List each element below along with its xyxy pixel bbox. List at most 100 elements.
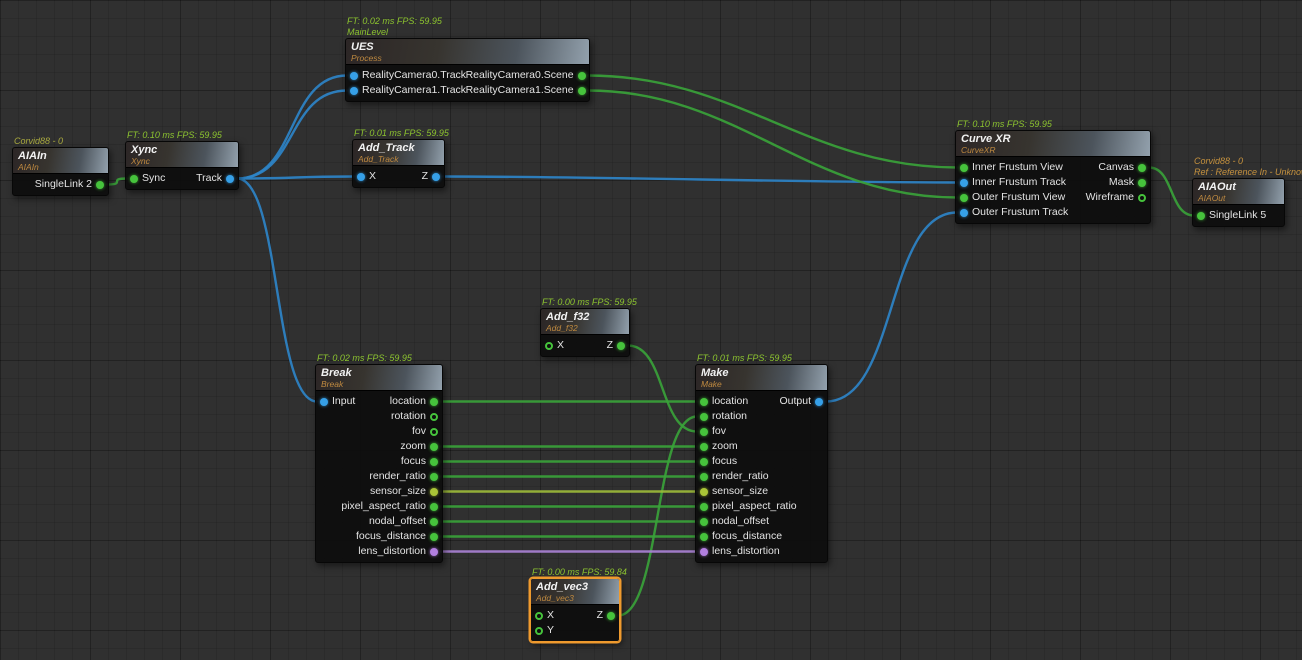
- node-curvexr[interactable]: FT: 0.10 ms FPS: 59.95Curve XRCurveXRInn…: [955, 130, 1151, 224]
- node-title: Add_f32: [546, 311, 624, 323]
- node-graph-canvas[interactable]: Corvid88 - 0AIAInAIAInSingleLink 2 FT: 0.…: [0, 0, 1302, 660]
- output-pin-render-ratio[interactable]: [430, 473, 438, 481]
- pin-label: Output: [779, 394, 811, 409]
- node-addvec3[interactable]: FT: 0.00 ms FPS: 59.84Add_vec3Add_vec3XZ…: [530, 578, 620, 642]
- pin-label: render_ratio: [712, 469, 769, 484]
- node-header[interactable]: Add_vec3Add_vec3: [531, 579, 619, 605]
- output-pin-fov[interactable]: [430, 428, 438, 436]
- node-header[interactable]: UESProcess: [346, 39, 589, 65]
- node-header[interactable]: BreakBreak: [316, 365, 442, 391]
- input-pin-location[interactable]: [700, 398, 708, 406]
- node-annotation-ft: FT: 0.00 ms FPS: 59.95: [542, 297, 637, 308]
- output-pin-sensor-size[interactable]: [430, 488, 438, 496]
- node-row: locationOutput: [696, 394, 827, 409]
- input-pin-input[interactable]: [320, 398, 328, 406]
- node-header[interactable]: AIAOutAIAOut: [1193, 179, 1284, 205]
- output-pin-focus-distance[interactable]: [430, 533, 438, 541]
- input-pin-realitycamera0-track[interactable]: [350, 72, 358, 80]
- pin-label: Input: [332, 394, 355, 409]
- input-pin-x[interactable]: [357, 173, 365, 181]
- node-row: render_ratio: [696, 469, 827, 484]
- output-pin-lens-distortion[interactable]: [430, 548, 438, 556]
- node-xync[interactable]: FT: 0.10 ms FPS: 59.95XyncXyncSyncTrack: [125, 141, 239, 190]
- output-pin-focus[interactable]: [430, 458, 438, 466]
- pin-label: render_ratio: [369, 469, 426, 484]
- pin-label: zoom: [400, 439, 426, 454]
- node-aiaout[interactable]: Corvid88 - 0Ref : Reference In - Unknown…: [1192, 178, 1285, 227]
- node-header[interactable]: XyncXync: [126, 142, 238, 168]
- node-aiain[interactable]: Corvid88 - 0AIAInAIAInSingleLink 2: [12, 147, 109, 196]
- node-addtrack[interactable]: FT: 0.01 ms FPS: 59.95Add_TrackAdd_Track…: [352, 139, 445, 188]
- node-header[interactable]: MakeMake: [696, 365, 827, 391]
- node-subtitle: Break: [321, 379, 437, 389]
- input-pin-focus[interactable]: [700, 458, 708, 466]
- input-pin-sensor-size[interactable]: [700, 488, 708, 496]
- node-title: Add_Track: [358, 142, 439, 154]
- input-pin-inner-frustum-view[interactable]: [960, 164, 968, 172]
- node-row: focus_distance: [696, 529, 827, 544]
- node-annotation-ctx: Corvid88 - 0: [14, 136, 63, 147]
- input-pin-rotation[interactable]: [700, 413, 708, 421]
- node-header[interactable]: AIAInAIAIn: [13, 148, 108, 174]
- input-pin-nodal-offset[interactable]: [700, 518, 708, 526]
- output-pin-rotation[interactable]: [430, 413, 438, 421]
- input-pin-lens-distortion[interactable]: [700, 548, 708, 556]
- pin-label: focus_distance: [356, 529, 426, 544]
- node-make[interactable]: FT: 0.01 ms FPS: 59.95MakeMakelocationOu…: [695, 364, 828, 563]
- input-pin-focus-distance[interactable]: [700, 533, 708, 541]
- node-row: zoom: [696, 439, 827, 454]
- output-pin-nodal-offset[interactable]: [430, 518, 438, 526]
- input-pin-x[interactable]: [535, 612, 543, 620]
- pin-label: Inner Frustum View: [972, 160, 1063, 175]
- input-pin-outer-frustum-track[interactable]: [960, 209, 968, 217]
- input-pin-sync[interactable]: [130, 175, 138, 183]
- output-pin-z[interactable]: [432, 173, 440, 181]
- pin-label: SingleLink 5: [1209, 208, 1266, 223]
- pin-label: RealityCamera0.Track: [362, 68, 466, 83]
- input-pin-pixel-aspect-ratio[interactable]: [700, 503, 708, 511]
- node-row: XZ: [531, 608, 619, 623]
- input-pin-inner-frustum-track[interactable]: [960, 179, 968, 187]
- pin-label: Canvas: [1098, 160, 1134, 175]
- input-pin-y[interactable]: [535, 627, 543, 635]
- output-pin-location[interactable]: [430, 398, 438, 406]
- node-title: Add_vec3: [536, 581, 614, 593]
- input-pin-fov[interactable]: [700, 428, 708, 436]
- node-addf32[interactable]: FT: 0.00 ms FPS: 59.95Add_f32Add_f32XZ: [540, 308, 630, 357]
- node-header[interactable]: Add_TrackAdd_Track: [353, 140, 444, 166]
- output-pin-wireframe[interactable]: [1138, 194, 1146, 202]
- node-subtitle: Add_vec3: [536, 593, 614, 603]
- node-break[interactable]: FT: 0.02 ms FPS: 59.95BreakBreakInputloc…: [315, 364, 443, 563]
- input-pin-render-ratio[interactable]: [700, 473, 708, 481]
- output-pin-canvas[interactable]: [1138, 164, 1146, 172]
- pin-label: Y: [547, 623, 554, 638]
- output-pin-z[interactable]: [607, 612, 615, 620]
- pin-label: Inner Frustum Track: [972, 175, 1066, 190]
- input-pin-singlelink-5[interactable]: [1197, 212, 1205, 220]
- output-pin-realitycamera0-scene[interactable]: [578, 72, 586, 80]
- input-pin-realitycamera1-track[interactable]: [350, 87, 358, 95]
- node-annotations: FT: 0.10 ms FPS: 59.95: [957, 119, 1052, 130]
- node-ues[interactable]: FT: 0.02 ms FPS: 59.95MainLevelUESProces…: [345, 38, 590, 102]
- output-pin-pixel-aspect-ratio[interactable]: [430, 503, 438, 511]
- pin-label: pixel_aspect_ratio: [712, 499, 797, 514]
- pin-label: RealityCamera1.Track: [362, 83, 466, 98]
- input-pin-x[interactable]: [545, 342, 553, 350]
- node-header[interactable]: Add_f32Add_f32: [541, 309, 629, 335]
- output-pin-singlelink-2[interactable]: [96, 181, 104, 189]
- input-pin-outer-frustum-view[interactable]: [960, 194, 968, 202]
- pin-label: Wireframe: [1086, 190, 1134, 205]
- output-pin-output[interactable]: [815, 398, 823, 406]
- output-pin-zoom[interactable]: [430, 443, 438, 451]
- output-pin-track[interactable]: [226, 175, 234, 183]
- output-pin-z[interactable]: [617, 342, 625, 350]
- node-header[interactable]: Curve XRCurveXR: [956, 131, 1150, 157]
- node-row: focus: [316, 454, 442, 469]
- pin-label: X: [369, 169, 376, 184]
- pin-label: sensor_size: [712, 484, 768, 499]
- node-annotation-ft: FT: 0.10 ms FPS: 59.95: [957, 119, 1052, 130]
- node-row: nodal_offset: [696, 514, 827, 529]
- input-pin-zoom[interactable]: [700, 443, 708, 451]
- output-pin-realitycamera1-scene[interactable]: [578, 87, 586, 95]
- output-pin-mask[interactable]: [1138, 179, 1146, 187]
